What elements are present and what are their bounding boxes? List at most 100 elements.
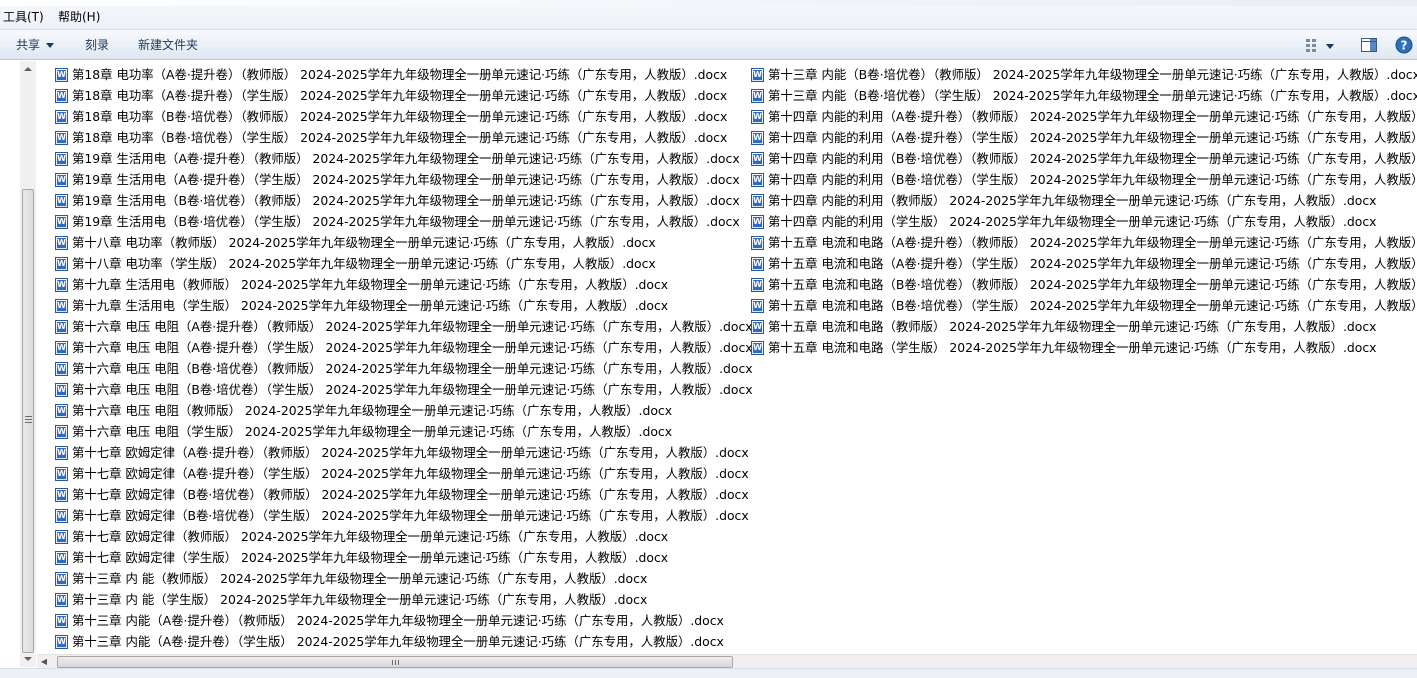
file-item[interactable]: 第18章 电功率（A卷·提升卷）（教师版） 2024-2025学年九年级物理全一… (55, 64, 727, 85)
file-item[interactable]: 第十七章 欧姆定律（学生版） 2024-2025学年九年级物理全一册单元速记·巧… (55, 547, 668, 568)
file-item[interactable]: 第十三章 内能（B卷·培优卷）（教师版） 2024-2025学年九年级物理全一册… (751, 64, 1417, 85)
file-name: 第十八章 电功率（学生版） 2024-2025学年九年级物理全一册单元速记·巧练… (72, 256, 656, 271)
navigation-pane (0, 61, 36, 667)
file-item[interactable]: 第十五章 电流和电路（B卷·培优卷）（教师版） 2024-2025学年九年级物理… (751, 274, 1417, 295)
file-item[interactable]: 第19章 生活用电（A卷·提升卷）（学生版） 2024-2025学年九年级物理全… (55, 169, 740, 190)
file-item[interactable]: 第十五章 电流和电路（教师版） 2024-2025学年九年级物理全一册单元速记·… (751, 316, 1377, 337)
word-document-icon (751, 152, 764, 166)
file-name: 第十七章 欧姆定律（A卷·提升卷）（学生版） 2024-2025学年九年级物理全… (72, 466, 749, 481)
view-options-button[interactable] (1304, 36, 1334, 54)
word-document-icon (55, 362, 68, 376)
file-item[interactable]: 第18章 电功率（B卷·培优卷）（学生版） 2024-2025学年九年级物理全一… (55, 127, 727, 148)
file-item[interactable]: 第十五章 电流和电路（B卷·培优卷）（学生版） 2024-2025学年九年级物理… (751, 295, 1417, 316)
file-item[interactable]: 第19章 生活用电（A卷·提升卷）（教师版） 2024-2025学年九年级物理全… (55, 148, 740, 169)
file-item[interactable]: 第18章 电功率（A卷·提升卷）（学生版） 2024-2025学年九年级物理全一… (55, 85, 727, 106)
file-item[interactable]: 第十三章 内 能（学生版） 2024-2025学年九年级物理全一册单元速记·巧练… (55, 589, 647, 610)
word-document-icon (55, 110, 68, 124)
file-item[interactable]: 第十三章 内 能（教师版） 2024-2025学年九年级物理全一册单元速记·巧练… (55, 568, 647, 589)
word-document-icon (751, 236, 764, 250)
file-item[interactable]: 第十九章 生活用电（教师版） 2024-2025学年九年级物理全一册单元速记·巧… (55, 274, 668, 295)
file-name: 第十六章 电压 电阻（B卷·培优卷）（教师版） 2024-2025学年九年级物理… (72, 361, 753, 376)
file-name: 第十六章 电压 电阻（学生版） 2024-2025学年九年级物理全一册单元速记·… (72, 424, 673, 439)
word-document-icon (751, 110, 764, 124)
scroll-down-icon[interactable] (20, 653, 36, 665)
word-document-icon (55, 194, 68, 208)
file-name: 第十四章 内能的利用（A卷·提升卷）（学生版） 2024-2025学年九年级物理… (768, 130, 1417, 145)
file-item[interactable]: 第十四章 内能的利用（教师版） 2024-2025学年九年级物理全一册单元速记·… (751, 190, 1377, 211)
file-item[interactable]: 第18章 电功率（B卷·培优卷）（教师版） 2024-2025学年九年级物理全一… (55, 106, 727, 127)
word-document-icon (751, 320, 764, 334)
file-list: 第18章 电功率（A卷·提升卷）（教师版） 2024-2025学年九年级物理全一… (37, 61, 1417, 654)
file-item[interactable]: 第十八章 电功率（学生版） 2024-2025学年九年级物理全一册单元速记·巧练… (55, 253, 656, 274)
file-item[interactable]: 第十四章 内能的利用（A卷·提升卷）（教师版） 2024-2025学年九年级物理… (751, 106, 1417, 127)
word-document-icon (55, 467, 68, 481)
scroll-left-icon[interactable]: ◀ (39, 657, 49, 667)
file-name: 第十七章 欧姆定律（学生版） 2024-2025学年九年级物理全一册单元速记·巧… (72, 550, 669, 565)
file-item[interactable]: 第十五章 电流和电路（学生版） 2024-2025学年九年级物理全一册单元速记·… (751, 337, 1377, 358)
word-document-icon (751, 68, 764, 82)
view-options-icon (1306, 39, 1334, 52)
word-document-icon (751, 278, 764, 292)
word-document-icon (55, 68, 68, 82)
word-document-icon (55, 614, 68, 628)
file-item[interactable]: 第十六章 电压 电阻（B卷·培优卷）（教师版） 2024-2025学年九年级物理… (55, 358, 753, 379)
share-button-label: 共享 (16, 38, 41, 52)
horizontal-scrollbar[interactable]: ◀ (37, 654, 1417, 668)
file-item[interactable]: 第十四章 内能的利用（B卷·培优卷）（学生版） 2024-2025学年九年级物理… (751, 169, 1417, 190)
horizontal-scroll-thumb[interactable] (57, 656, 733, 668)
file-item[interactable]: 第十五章 电流和电路（A卷·提升卷）（教师版） 2024-2025学年九年级物理… (751, 232, 1417, 253)
file-item[interactable]: 第十七章 欧姆定律（教师版） 2024-2025学年九年级物理全一册单元速记·巧… (55, 526, 668, 547)
file-item[interactable]: 第十三章 内能（B卷·培优卷）（学生版） 2024-2025学年九年级物理全一册… (751, 85, 1417, 106)
file-name: 第18章 电功率（A卷·提升卷）（学生版） 2024-2025学年九年级物理全一… (72, 88, 728, 103)
file-item[interactable]: 第十三章 内能（A卷·提升卷）（教师版） 2024-2025学年九年级物理全一册… (55, 610, 724, 631)
navigation-scrollbar[interactable] (20, 61, 36, 667)
file-item[interactable]: 第19章 生活用电（B卷·培优卷）（学生版） 2024-2025学年九年级物理全… (55, 211, 740, 232)
file-item[interactable]: 第十六章 电压 电阻（A卷·提升卷）（学生版） 2024-2025学年九年级物理… (55, 337, 753, 358)
file-name: 第十七章 欧姆定律（B卷·培优卷）（教师版） 2024-2025学年九年级物理全… (72, 487, 749, 502)
file-item[interactable]: 第十九章 生活用电（学生版） 2024-2025学年九年级物理全一册单元速记·巧… (55, 295, 668, 316)
file-name: 第十三章 内 能（教师版） 2024-2025学年九年级物理全一册单元速记·巧练… (72, 571, 648, 586)
file-item[interactable]: 第十四章 内能的利用（B卷·培优卷）（教师版） 2024-2025学年九年级物理… (751, 148, 1417, 169)
file-item[interactable]: 第19章 生活用电（B卷·培优卷）（教师版） 2024-2025学年九年级物理全… (55, 190, 740, 211)
word-document-icon (751, 215, 764, 229)
file-item[interactable]: 第十七章 欧姆定律（A卷·提升卷）（教师版） 2024-2025学年九年级物理全… (55, 442, 749, 463)
navigation-scroll-thumb[interactable] (22, 189, 34, 653)
file-item[interactable]: 第十八章 电功率（教师版） 2024-2025学年九年级物理全一册单元速记·巧练… (55, 232, 656, 253)
word-document-icon (55, 299, 68, 313)
scroll-up-icon[interactable] (20, 63, 36, 75)
file-name: 第十三章 内能（A卷·提升卷）（教师版） 2024-2025学年九年级物理全一册… (72, 613, 724, 628)
word-document-icon (55, 257, 68, 271)
word-document-icon (55, 341, 68, 355)
grip-line (25, 419, 32, 420)
file-item[interactable]: 第十四章 内能的利用（A卷·提升卷）（学生版） 2024-2025学年九年级物理… (751, 127, 1417, 148)
file-item[interactable]: 第十六章 电压 电阻（B卷·培优卷）（学生版） 2024-2025学年九年级物理… (55, 379, 753, 400)
word-document-icon (55, 89, 68, 103)
file-item[interactable]: 第十六章 电压 电阻（教师版） 2024-2025学年九年级物理全一册单元速记·… (55, 400, 672, 421)
menu-tools[interactable]: 工具(T) (1, 9, 46, 25)
file-name: 第19章 生活用电（B卷·培优卷）（教师版） 2024-2025学年九年级物理全… (72, 193, 740, 208)
share-button[interactable]: 共享 (16, 37, 55, 53)
file-item[interactable]: 第十六章 电压 电阻（A卷·提升卷）（教师版） 2024-2025学年九年级物理… (55, 316, 753, 337)
file-item[interactable]: 第十七章 欧姆定律（B卷·培优卷）（学生版） 2024-2025学年九年级物理全… (55, 505, 749, 526)
svg-text:?: ? (1401, 39, 1408, 53)
word-document-icon (55, 488, 68, 502)
word-document-icon (55, 425, 68, 439)
word-document-icon (55, 530, 68, 544)
file-item[interactable]: 第十七章 欧姆定律（A卷·提升卷）（学生版） 2024-2025学年九年级物理全… (55, 463, 749, 484)
word-document-icon (55, 593, 68, 607)
burn-button[interactable]: 刻录 (85, 37, 109, 53)
word-document-icon (55, 278, 68, 292)
preview-pane-button[interactable] (1360, 36, 1378, 54)
file-name: 第十七章 欧姆定律（A卷·提升卷）（教师版） 2024-2025学年九年级物理全… (72, 445, 749, 460)
word-document-icon (55, 635, 68, 649)
menu-help[interactable]: 帮助(H) (56, 9, 102, 25)
new-folder-button[interactable]: 新建文件夹 (138, 37, 198, 53)
file-item[interactable]: 第十七章 欧姆定律（B卷·培优卷）（教师版） 2024-2025学年九年级物理全… (55, 484, 749, 505)
file-item[interactable]: 第十五章 电流和电路（A卷·提升卷）（学生版） 2024-2025学年九年级物理… (751, 253, 1417, 274)
word-document-icon (55, 131, 68, 145)
file-item[interactable]: 第十六章 电压 电阻（学生版） 2024-2025学年九年级物理全一册单元速记·… (55, 421, 672, 442)
file-item[interactable]: 第十三章 内能（A卷·提升卷）（学生版） 2024-2025学年九年级物理全一册… (55, 631, 724, 652)
word-document-icon (55, 404, 68, 418)
help-button[interactable]: ? (1395, 36, 1413, 54)
file-item[interactable]: 第十四章 内能的利用（学生版） 2024-2025学年九年级物理全一册单元速记·… (751, 211, 1377, 232)
